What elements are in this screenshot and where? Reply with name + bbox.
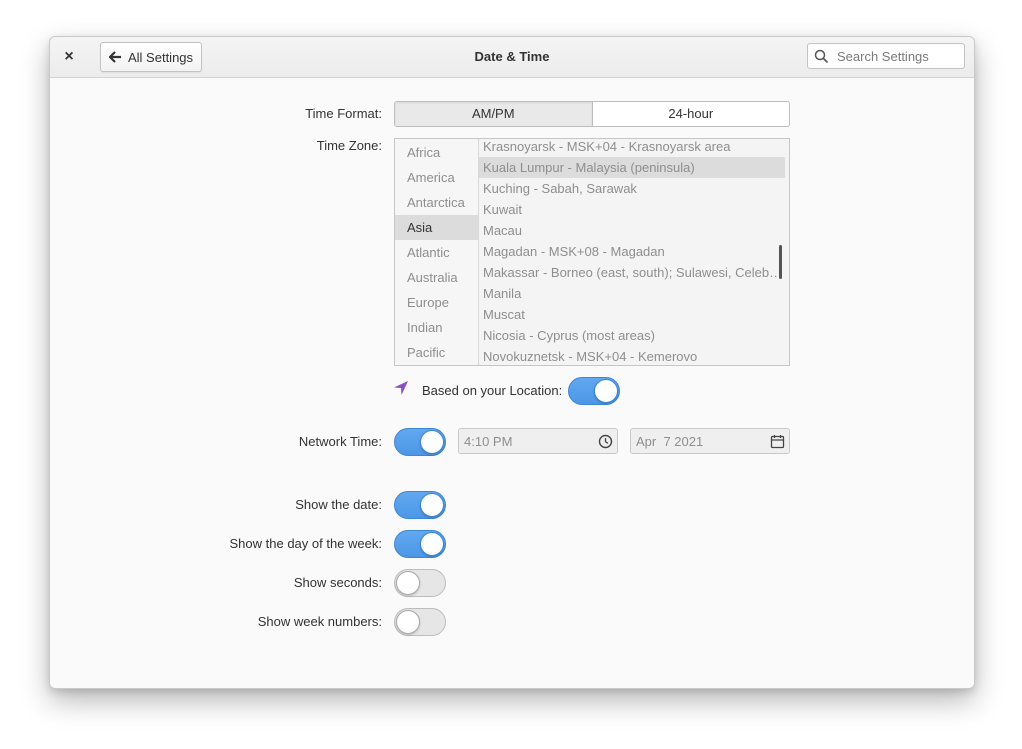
date-value: Apr 7 2021 — [636, 433, 704, 449]
city-item[interactable]: Manila — [479, 283, 785, 304]
clock-icon — [598, 434, 613, 448]
city-item-selected[interactable]: Kuala Lumpur - Malaysia (peninsula) — [479, 157, 785, 178]
date-field[interactable]: Apr 7 2021 — [630, 428, 790, 454]
region-item[interactable]: Indian — [395, 315, 478, 340]
city-item[interactable]: Macau — [479, 220, 785, 241]
show-date-label: Show the date: — [295, 497, 382, 512]
search-icon — [814, 49, 829, 63]
switch-knob — [594, 379, 618, 403]
region-list: Africa America Antarctica Asia Atlantic … — [395, 139, 479, 365]
network-time-switch[interactable] — [394, 428, 446, 456]
search-box[interactable] — [807, 43, 965, 69]
region-item[interactable]: Pacific — [395, 340, 478, 365]
region-item[interactable]: Australia — [395, 265, 478, 290]
region-item-selected[interactable]: Asia — [395, 215, 478, 240]
city-item[interactable]: Nicosia - Cyprus (most areas) — [479, 325, 785, 346]
header-bar: × All Settings Date & Time — [50, 37, 974, 78]
settings-window: × All Settings Date & Time Time Format: … — [49, 36, 975, 689]
switch-knob — [396, 571, 420, 595]
show-weekday-label: Show the day of the week: — [229, 536, 382, 551]
region-item[interactable]: Antarctica — [395, 190, 478, 215]
show-seconds-label: Show seconds: — [293, 575, 382, 590]
city-item[interactable]: Kuwait — [479, 199, 785, 220]
show-week-numbers-switch[interactable] — [394, 608, 446, 636]
time-format-label: Time Format: — [305, 106, 382, 121]
switch-knob — [420, 532, 444, 556]
switch-knob — [420, 493, 444, 517]
location-label: Based on your Location: — [422, 383, 563, 398]
location-switch[interactable] — [568, 377, 620, 405]
region-item[interactable]: America — [395, 165, 478, 190]
show-seconds-switch[interactable] — [394, 569, 446, 597]
switch-knob — [396, 610, 420, 634]
region-item[interactable]: Atlantic — [395, 240, 478, 265]
city-item[interactable]: Makassar - Borneo (east, south); Sulawes… — [479, 262, 785, 283]
time-format-switcher[interactable]: AM/PM 24-hour — [394, 101, 790, 127]
show-date-switch[interactable] — [394, 491, 446, 519]
city-item[interactable]: Novokuznetsk - MSK+04 - Kemerovo — [479, 346, 785, 365]
city-item[interactable]: Magadan - MSK+08 - Magadan — [479, 241, 785, 262]
time-field[interactable]: 4:10 PM — [458, 428, 618, 454]
switch-knob — [420, 430, 444, 454]
time-format-ampm[interactable]: AM/PM — [395, 102, 593, 126]
city-item[interactable]: Krasnoyarsk - MSK+04 - Krasnoyarsk area — [479, 139, 785, 157]
city-item[interactable]: Muscat — [479, 304, 785, 325]
search-input[interactable] — [835, 47, 959, 65]
network-time-label: Network Time: — [298, 434, 382, 449]
show-weekday-switch[interactable] — [394, 530, 446, 558]
time-zone-picker: Africa America Antarctica Asia Atlantic … — [394, 138, 790, 366]
calendar-icon — [770, 434, 785, 448]
location-arrow-icon — [394, 381, 408, 395]
time-format-24h[interactable]: 24-hour — [593, 102, 790, 126]
city-list-scrollbar[interactable] — [779, 245, 782, 279]
time-zone-label: Time Zone: — [316, 138, 382, 153]
time-value: 4:10 PM — [464, 433, 513, 449]
show-week-numbers-label: Show week numbers: — [257, 614, 382, 629]
region-item[interactable]: Africa — [395, 140, 478, 165]
region-item[interactable]: Europe — [395, 290, 478, 315]
city-list: Krasnoyarsk - MSK+04 - Krasnoyarsk area … — [479, 139, 789, 365]
city-item[interactable]: Kuching - Sabah, Sarawak — [479, 178, 785, 199]
